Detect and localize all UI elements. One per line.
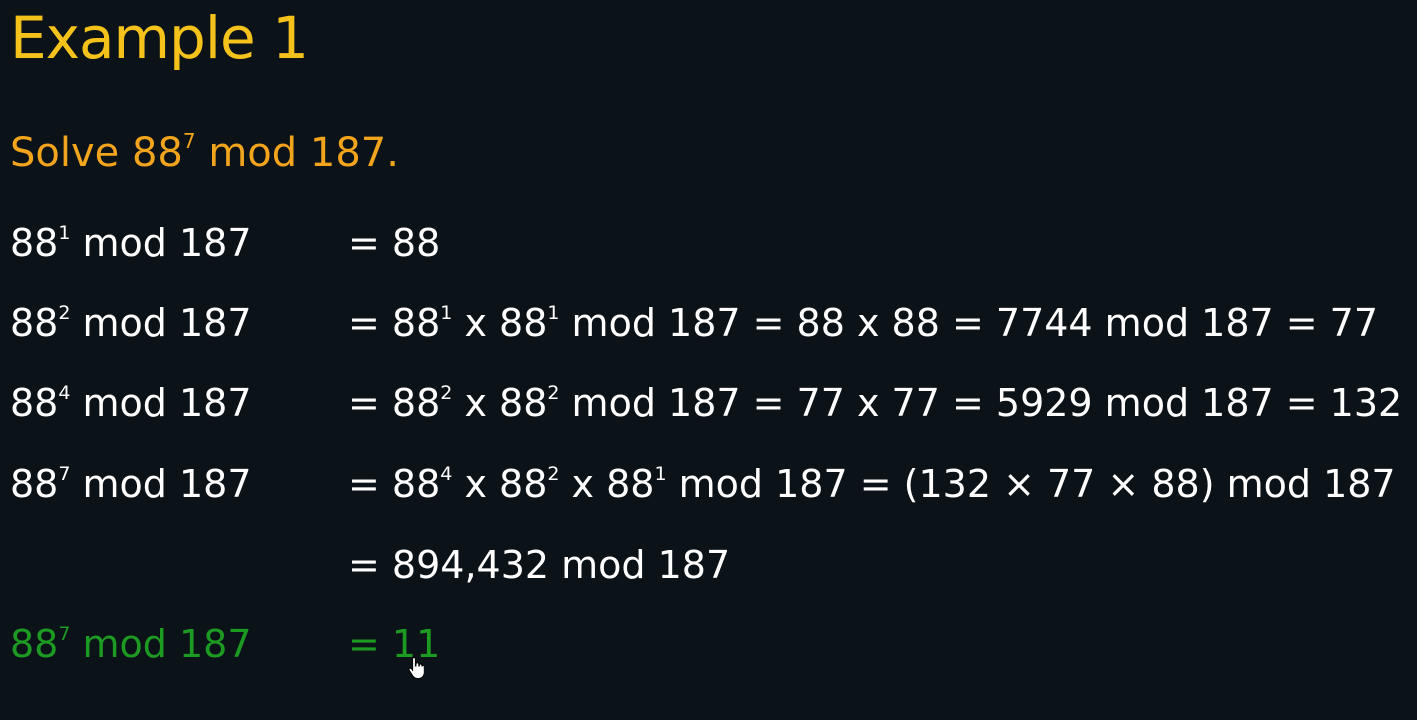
rhs-text: = 88 <box>348 301 441 345</box>
lhs-exponent: 2 <box>58 301 71 324</box>
step-rhs: = 882 x 882 mod 187 = 77 x 77 = 5929 mod… <box>348 381 1402 425</box>
problem-prefix: Solve 88 <box>10 130 183 176</box>
lhs-exponent: 7 <box>58 462 71 485</box>
rhs-text: x 88 <box>452 301 548 345</box>
lhs-rest: mod 187 <box>70 462 252 506</box>
rhs-text: mod 187 = (132 × 77 × 88) mod 187 <box>666 462 1396 506</box>
step-rhs: = 894,432 mod 187 <box>348 543 730 587</box>
rhs-exponent: 2 <box>440 381 453 404</box>
page-title: Example 1 <box>10 4 309 72</box>
slide: Example 1 Solve 887 mod 187. 881 mod 187… <box>0 0 1417 720</box>
lhs-rest: mod 187 <box>70 301 252 345</box>
lhs-base: 88 <box>10 381 59 425</box>
rhs-exponent: 1 <box>440 301 453 324</box>
lhs-base: 88 <box>10 221 59 265</box>
problem-exponent: 7 <box>182 129 196 153</box>
lhs-exponent: 1 <box>58 221 71 244</box>
step-lhs: 881 mod 187 <box>10 221 252 265</box>
lhs-rest: mod 187 <box>70 221 252 265</box>
rhs-text: = 88 <box>348 221 441 265</box>
rhs-exponent: 2 <box>547 462 560 485</box>
rhs-exponent: 1 <box>654 462 667 485</box>
rhs-text: x 88 <box>559 462 655 506</box>
problem-suffix: mod 187. <box>195 130 399 176</box>
rhs-exponent: 4 <box>440 462 453 485</box>
step-rhs: = 88 <box>348 221 440 265</box>
step-rhs: = 11 <box>348 622 440 666</box>
rhs-text: = 11 <box>348 622 441 666</box>
rhs-text: x 88 <box>452 381 548 425</box>
step-lhs: 887 mod 187 <box>10 462 252 506</box>
rhs-exponent: 2 <box>547 381 560 404</box>
step-rhs: = 881 x 881 mod 187 = 88 x 88 = 7744 mod… <box>348 301 1378 345</box>
lhs-exponent: 7 <box>58 622 71 645</box>
rhs-text: x 88 <box>452 462 548 506</box>
rhs-text: = 88 <box>348 462 441 506</box>
lhs-base: 88 <box>10 622 59 666</box>
lhs-rest: mod 187 <box>70 381 252 425</box>
lhs-base: 88 <box>10 301 59 345</box>
lhs-base: 88 <box>10 462 59 506</box>
step-rhs: = 884 x 882 x 881 mod 187 = (132 × 77 × … <box>348 462 1396 506</box>
lhs-exponent: 4 <box>58 381 71 404</box>
lhs-rest: mod 187 <box>70 622 252 666</box>
hand-pointer-icon <box>408 656 424 679</box>
step-lhs: 882 mod 187 <box>10 301 252 345</box>
step-lhs: 887 mod 187 <box>10 622 252 666</box>
rhs-text: mod 187 = 77 x 77 = 5929 mod 187 = 132 <box>559 381 1403 425</box>
step-lhs: 884 mod 187 <box>10 381 252 425</box>
problem-statement: Solve 887 mod 187. <box>10 130 399 176</box>
rhs-exponent: 1 <box>547 301 560 324</box>
rhs-text: = 88 <box>348 381 441 425</box>
rhs-text: mod 187 = 88 x 88 = 7744 mod 187 = 77 <box>559 301 1379 345</box>
rhs-text: = 894,432 mod 187 <box>348 543 731 587</box>
